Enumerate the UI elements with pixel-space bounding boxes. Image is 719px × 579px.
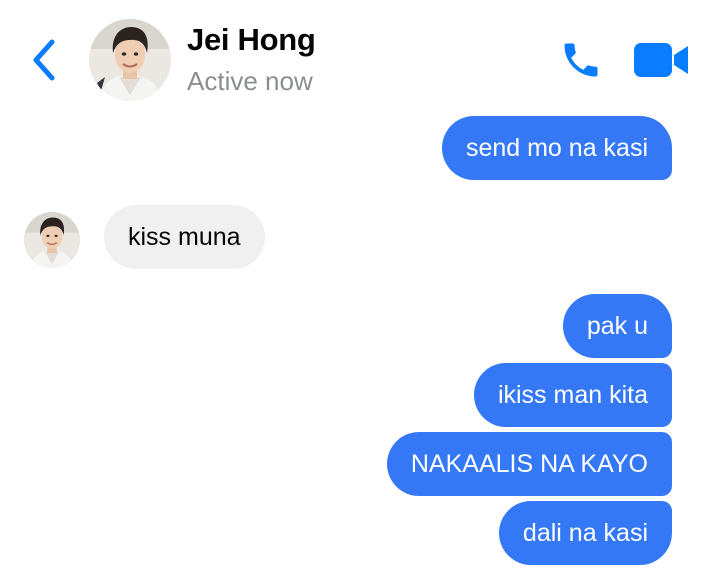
- phone-icon: [564, 43, 598, 77]
- contact-name[interactable]: Jei Hong: [187, 22, 316, 58]
- message-outgoing[interactable]: NAKAALIS NA KAYO: [386, 432, 672, 496]
- contact-avatar[interactable]: [89, 19, 171, 101]
- voice-call-button[interactable]: [558, 38, 604, 82]
- video-call-button[interactable]: [633, 40, 689, 80]
- back-button[interactable]: [30, 38, 60, 82]
- message-incoming[interactable]: kiss muna: [104, 205, 265, 269]
- message-outgoing[interactable]: ikiss man kita: [473, 363, 672, 427]
- message-outgoing[interactable]: pak u: [562, 294, 672, 358]
- active-status: Active now: [187, 66, 313, 96]
- message-outgoing[interactable]: dali na kasi: [498, 501, 672, 565]
- sender-avatar[interactable]: [24, 212, 80, 268]
- message-outgoing[interactable]: send mo na kasi: [441, 116, 672, 180]
- avatar-photo: [89, 19, 171, 101]
- video-camera-icon: [634, 43, 688, 77]
- chevron-left-icon: [33, 39, 55, 81]
- avatar-photo: [24, 212, 80, 268]
